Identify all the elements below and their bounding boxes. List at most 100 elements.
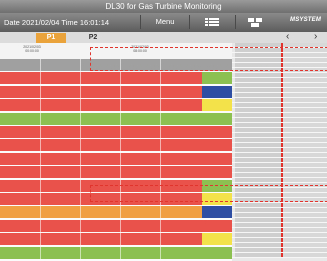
timeline-segment xyxy=(0,206,202,219)
grid-line xyxy=(160,206,161,219)
timeline-segment xyxy=(202,99,234,112)
grid-line xyxy=(40,233,41,246)
grid-line xyxy=(160,85,161,98)
event-row[interactable] xyxy=(232,253,327,258)
event-detail-cell xyxy=(283,88,327,92)
window-title: DL30 for Gas Turbine Monitoring xyxy=(0,0,327,13)
event-name-cell xyxy=(235,113,281,117)
grid-line xyxy=(120,246,121,259)
timeline-segment xyxy=(202,152,234,165)
event-name-cell xyxy=(235,173,281,177)
timeline-segment xyxy=(0,99,202,112)
event-name-cell xyxy=(235,73,281,77)
grid-line xyxy=(160,72,161,85)
event-name-cell xyxy=(235,168,281,172)
event-detail-cell xyxy=(283,78,327,82)
grid-line xyxy=(80,85,81,98)
event-name-cell xyxy=(235,123,281,127)
event-name-cell xyxy=(235,78,281,82)
event-detail-cell xyxy=(283,213,327,217)
grid-line xyxy=(40,126,41,138)
timestamp-label: 2021/02/03 00:00:00 xyxy=(23,45,41,53)
event-detail-cell xyxy=(283,173,327,177)
event-list-panel xyxy=(232,43,327,261)
grid-line xyxy=(80,193,81,205)
event-name-cell xyxy=(235,208,281,212)
menu-button[interactable]: Menu xyxy=(140,15,190,29)
timeline-segment xyxy=(202,219,234,232)
list-icon xyxy=(205,18,219,26)
grid-line xyxy=(40,85,41,98)
grid-line xyxy=(40,99,41,112)
grid-line xyxy=(40,59,41,71)
event-detail-cell xyxy=(283,228,327,232)
timeline-segment xyxy=(0,139,202,152)
event-name-cell xyxy=(235,228,281,232)
event-name-cell xyxy=(235,153,281,157)
event-detail-cell xyxy=(283,203,327,207)
grid-line xyxy=(120,85,121,98)
timeline-segment xyxy=(202,166,234,179)
event-name-cell xyxy=(235,233,281,237)
tab-p2[interactable]: P2 xyxy=(78,33,108,43)
event-name-cell xyxy=(235,128,281,132)
event-name-cell xyxy=(235,108,281,112)
grid-line xyxy=(80,112,81,125)
grid-line xyxy=(40,152,41,165)
key-button[interactable] xyxy=(236,15,276,29)
grid-line xyxy=(120,166,121,179)
event-detail-cell xyxy=(283,248,327,252)
datetime-display: Date 2021/02/04 Time 16:01:14 xyxy=(4,18,110,27)
grid-line xyxy=(160,99,161,112)
event-detail-cell xyxy=(283,243,327,247)
event-list-button[interactable] xyxy=(189,15,236,29)
grid-line xyxy=(40,72,41,85)
event-detail-cell xyxy=(283,163,327,167)
event-name-cell xyxy=(235,93,281,97)
event-name-cell xyxy=(235,218,281,222)
event-detail-cell xyxy=(283,83,327,87)
tab-p1[interactable]: P1 xyxy=(36,33,66,43)
timeline-segment xyxy=(0,233,202,246)
toolbar: Date 2021/02/04 Time 16:01:14 Menu MSYST… xyxy=(0,13,327,32)
event-detail-cell xyxy=(283,143,327,147)
event-name-cell xyxy=(235,158,281,162)
grid-line xyxy=(80,246,81,259)
grid-line xyxy=(120,139,121,152)
grid-line xyxy=(120,206,121,219)
grid-line xyxy=(120,99,121,112)
prev-page-button[interactable]: ‹ xyxy=(286,32,289,42)
event-name-cell xyxy=(235,178,281,182)
grid-line xyxy=(160,126,161,138)
next-page-button[interactable]: › xyxy=(314,32,317,42)
timeline-segment xyxy=(202,233,234,246)
grid-line xyxy=(160,152,161,165)
grid-line xyxy=(120,126,121,138)
timeline-segment xyxy=(0,85,202,98)
timeline-segment xyxy=(202,126,234,138)
grid-line xyxy=(80,99,81,112)
grid-line xyxy=(40,139,41,152)
grid-line xyxy=(40,166,41,179)
grid-line xyxy=(80,59,81,71)
grid-line xyxy=(120,72,121,85)
event-detail-cell xyxy=(283,158,327,162)
grid-line xyxy=(80,179,81,192)
event-name-cell xyxy=(235,238,281,242)
timeline-segment xyxy=(202,139,234,152)
selection-box-bottom xyxy=(90,185,327,202)
timeline-segment xyxy=(202,85,234,98)
event-name-cell xyxy=(235,143,281,147)
key-icon xyxy=(248,18,262,27)
event-detail-cell xyxy=(283,113,327,117)
event-detail-cell xyxy=(283,93,327,97)
event-name-cell xyxy=(235,248,281,252)
app-window: DL30 for Gas Turbine Monitoring Date 202… xyxy=(0,0,327,261)
timeline-segment xyxy=(0,72,202,85)
grid-line xyxy=(160,246,161,259)
grid-line xyxy=(120,233,121,246)
timeline-segment xyxy=(202,206,234,219)
event-detail-cell xyxy=(283,233,327,237)
event-name-cell xyxy=(235,213,281,217)
grid-line xyxy=(120,219,121,232)
